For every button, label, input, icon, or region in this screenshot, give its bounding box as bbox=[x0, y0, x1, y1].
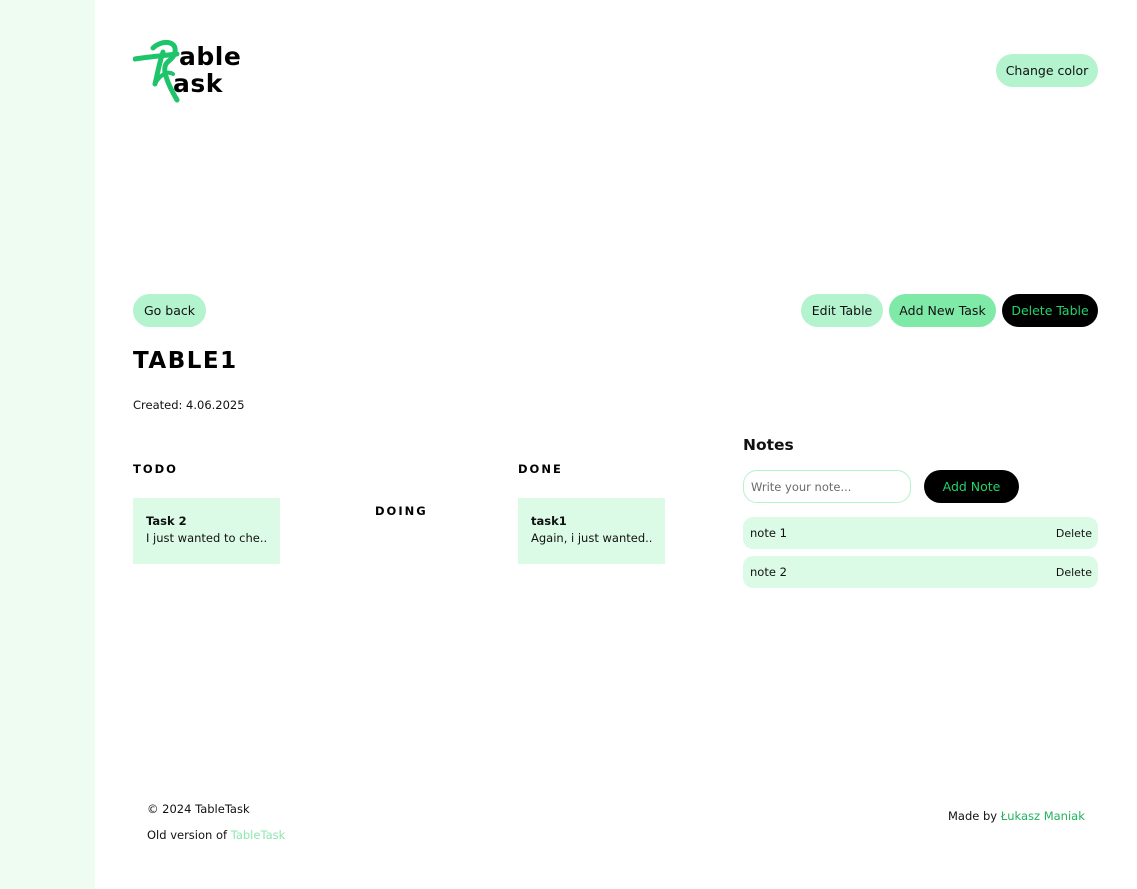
task-description: Again, i just wanted... bbox=[531, 531, 653, 545]
author-link[interactable]: Łukasz Maniak bbox=[1001, 809, 1085, 823]
logo-text-line2: ask bbox=[173, 69, 223, 98]
column-header-doing: DOING bbox=[375, 504, 428, 518]
note-text: note 1 bbox=[750, 526, 787, 540]
delete-note-button[interactable]: Delete bbox=[1056, 527, 1092, 540]
task-card[interactable]: Task 2 I just wanted to che... bbox=[133, 498, 280, 564]
old-version-line: Old version of TableTask bbox=[147, 822, 285, 848]
delete-note-button[interactable]: Delete bbox=[1056, 566, 1092, 579]
delete-table-button[interactable]: Delete Table bbox=[1002, 294, 1098, 327]
note-item: note 1 Delete bbox=[743, 517, 1098, 549]
note-text: note 2 bbox=[750, 565, 787, 579]
tabletask-logo[interactable]: able ask bbox=[133, 40, 243, 104]
notes-heading: Notes bbox=[743, 436, 794, 454]
table-title: TABLE1 bbox=[133, 348, 238, 374]
logo-text-line1: able bbox=[179, 42, 242, 71]
change-color-button[interactable]: Change color bbox=[996, 54, 1098, 87]
made-by-prefix: Made by bbox=[948, 809, 1001, 823]
task-title: Task 2 bbox=[146, 514, 187, 528]
add-new-task-button[interactable]: Add New Task bbox=[889, 294, 996, 327]
old-version-prefix: Old version of bbox=[147, 828, 231, 842]
old-version-link[interactable]: TableTask bbox=[231, 828, 286, 842]
note-input[interactable] bbox=[743, 470, 911, 503]
edit-table-button[interactable]: Edit Table bbox=[801, 294, 883, 327]
note-item: note 2 Delete bbox=[743, 556, 1098, 588]
side-strip bbox=[0, 0, 95, 889]
footer-right: Made by Łukasz Maniak bbox=[948, 809, 1085, 823]
created-date: Created: 4.06.2025 bbox=[133, 398, 245, 412]
footer-left: © 2024 TableTask Old version of TableTas… bbox=[147, 796, 285, 848]
add-note-button[interactable]: Add Note bbox=[924, 470, 1019, 503]
task-card[interactable]: task1 Again, i just wanted... bbox=[518, 498, 665, 564]
main-area: able ask Change color Go back Edit Table… bbox=[95, 0, 1137, 889]
task-title: task1 bbox=[531, 514, 567, 528]
go-back-button[interactable]: Go back bbox=[133, 294, 206, 327]
copyright-text: © 2024 TableTask bbox=[147, 802, 250, 816]
task-description: I just wanted to che... bbox=[146, 531, 268, 545]
column-header-done: DONE bbox=[518, 462, 563, 476]
column-header-todo: TODO bbox=[133, 462, 178, 476]
